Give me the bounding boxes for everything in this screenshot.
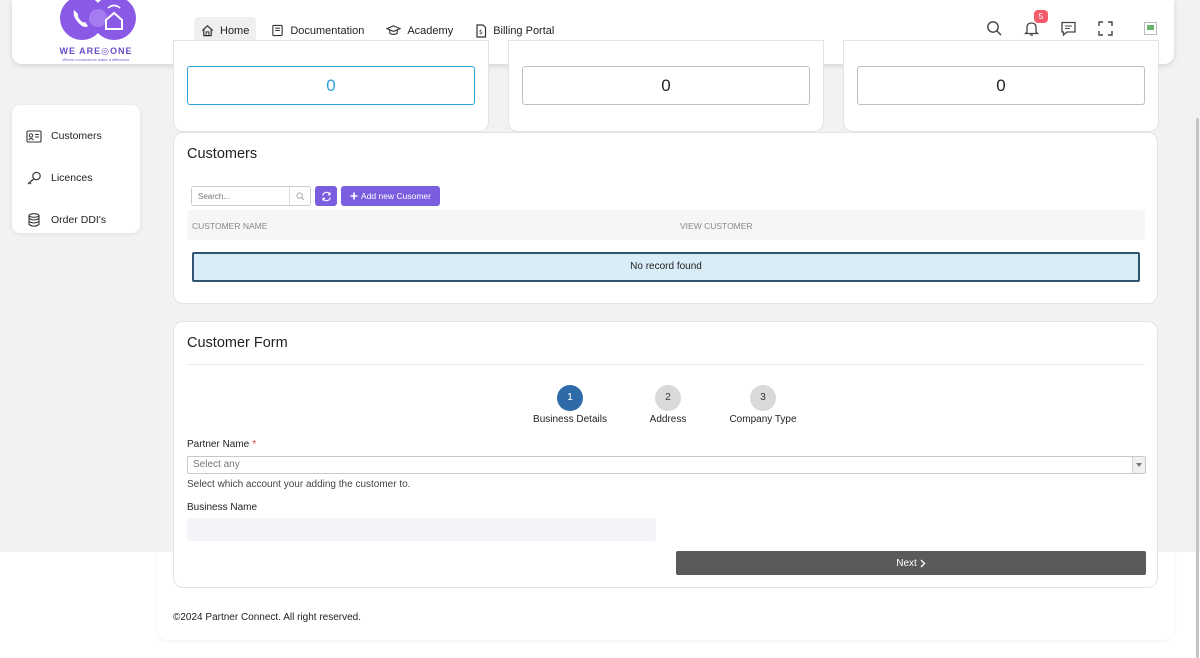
svg-text:$: $ <box>479 29 483 36</box>
step-address[interactable]: 2 Address <box>638 385 698 425</box>
search-icon <box>295 191 304 200</box>
next-label: Next <box>896 557 917 569</box>
step-number: 1 <box>557 385 583 411</box>
plus-icon <box>350 192 358 200</box>
fullscreen-icon <box>1098 21 1113 36</box>
sidebar-item-licences[interactable]: Licences <box>12 157 140 199</box>
nav-documentation-label: Documentation <box>290 24 365 37</box>
search-button[interactable] <box>986 20 1003 37</box>
book-icon <box>272 24 284 37</box>
empty-state: No record found <box>192 252 1140 282</box>
step-label: Business Details <box>533 414 607 425</box>
column-customer-name[interactable]: CUSTOMER NAME <box>192 221 267 231</box>
home-icon <box>201 25 214 37</box>
customers-card: Customers Add new Cusomer CUSTOMER NAME … <box>173 132 1158 304</box>
partner-name-label: Partner Name * <box>187 439 256 450</box>
step-label: Address <box>649 414 687 425</box>
logo-tagline: Where connections make a difference <box>62 57 130 62</box>
partner-help-text: Select which account your adding the cus… <box>187 479 411 490</box>
id-card-icon <box>26 129 42 143</box>
logo-mark <box>60 0 136 40</box>
business-name-input[interactable] <box>187 518 656 541</box>
search-icon <box>987 21 1002 36</box>
search-submit-button[interactable] <box>289 187 310 205</box>
sidebar: Customers Licences Order DDI's <box>12 105 140 233</box>
database-icon <box>28 213 40 227</box>
nav-academy-label: Academy <box>407 24 454 37</box>
stat-value: 0 <box>187 66 475 105</box>
divider <box>187 364 1145 365</box>
stat-value: 0 <box>857 66 1145 105</box>
partner-select-value: Select any <box>193 459 240 470</box>
column-view-customer[interactable]: VIEW CUSTOMER <box>680 221 753 231</box>
search-input[interactable] <box>192 187 289 205</box>
add-customer-button[interactable]: Add new Cusomer <box>341 186 440 206</box>
next-button[interactable]: Next <box>676 551 1146 575</box>
step-business-details[interactable]: 1 Business Details <box>532 385 608 425</box>
search-box <box>191 186 311 206</box>
nav-home-label: Home <box>220 24 250 37</box>
avatar[interactable] <box>1144 22 1157 35</box>
chat-icon <box>1061 21 1076 37</box>
sidebar-item-label: Order DDI's <box>51 214 107 226</box>
graduation-cap-icon <box>386 25 402 36</box>
add-customer-label: Add new Cusomer <box>361 191 431 201</box>
partner-name-text: Partner Name <box>187 439 250 450</box>
sidebar-item-label: Licences <box>51 172 93 184</box>
step-number: 3 <box>750 385 776 411</box>
step-company-type[interactable]: 3 Company Type <box>723 385 803 425</box>
customer-form-card: Customer Form 1 Business Details 2 Addre… <box>173 321 1158 588</box>
step-number: 2 <box>655 385 681 411</box>
invoice-icon: $ <box>476 23 487 38</box>
stat-card-3: 0 <box>843 40 1159 132</box>
chevron-right-icon <box>920 559 926 567</box>
nav-billing-label: Billing Portal <box>493 24 555 37</box>
refresh-button[interactable] <box>315 186 337 206</box>
stat-card-1: 0 <box>173 40 489 132</box>
header-actions: 5 <box>986 10 1157 37</box>
form-title: Customer Form <box>187 335 288 351</box>
messages-button[interactable] <box>1060 20 1077 37</box>
customers-title: Customers <box>187 146 258 162</box>
business-name-label: Business Name <box>187 502 258 513</box>
footer-copyright: ©2024 Partner Connect. All right reserve… <box>173 612 362 623</box>
refresh-icon <box>321 191 331 201</box>
sidebar-item-customers[interactable]: Customers <box>12 115 140 157</box>
stat-value: 0 <box>522 66 810 105</box>
notification-badge: 5 <box>1034 10 1048 23</box>
required-mark: * <box>252 439 257 450</box>
partner-name-select[interactable]: Select any <box>187 456 1146 474</box>
fullscreen-button[interactable] <box>1097 20 1114 37</box>
chevron-down-icon <box>1132 457 1145 473</box>
logo[interactable]: WE ARE◎ONE Where connections make a diff… <box>46 0 136 64</box>
step-label: Company Type <box>729 414 797 425</box>
stat-card-2: 0 <box>508 40 824 132</box>
sidebar-item-label: Customers <box>51 130 102 142</box>
table-header: CUSTOMER NAME VIEW CUSTOMER <box>187 210 1145 240</box>
logo-brand: WE ARE◎ONE <box>59 46 133 56</box>
notifications-button[interactable]: 5 <box>1023 10 1048 37</box>
key-icon <box>27 171 41 185</box>
sidebar-item-order-ddis[interactable]: Order DDI's <box>12 199 140 241</box>
scrollbar[interactable] <box>1196 118 1199 658</box>
